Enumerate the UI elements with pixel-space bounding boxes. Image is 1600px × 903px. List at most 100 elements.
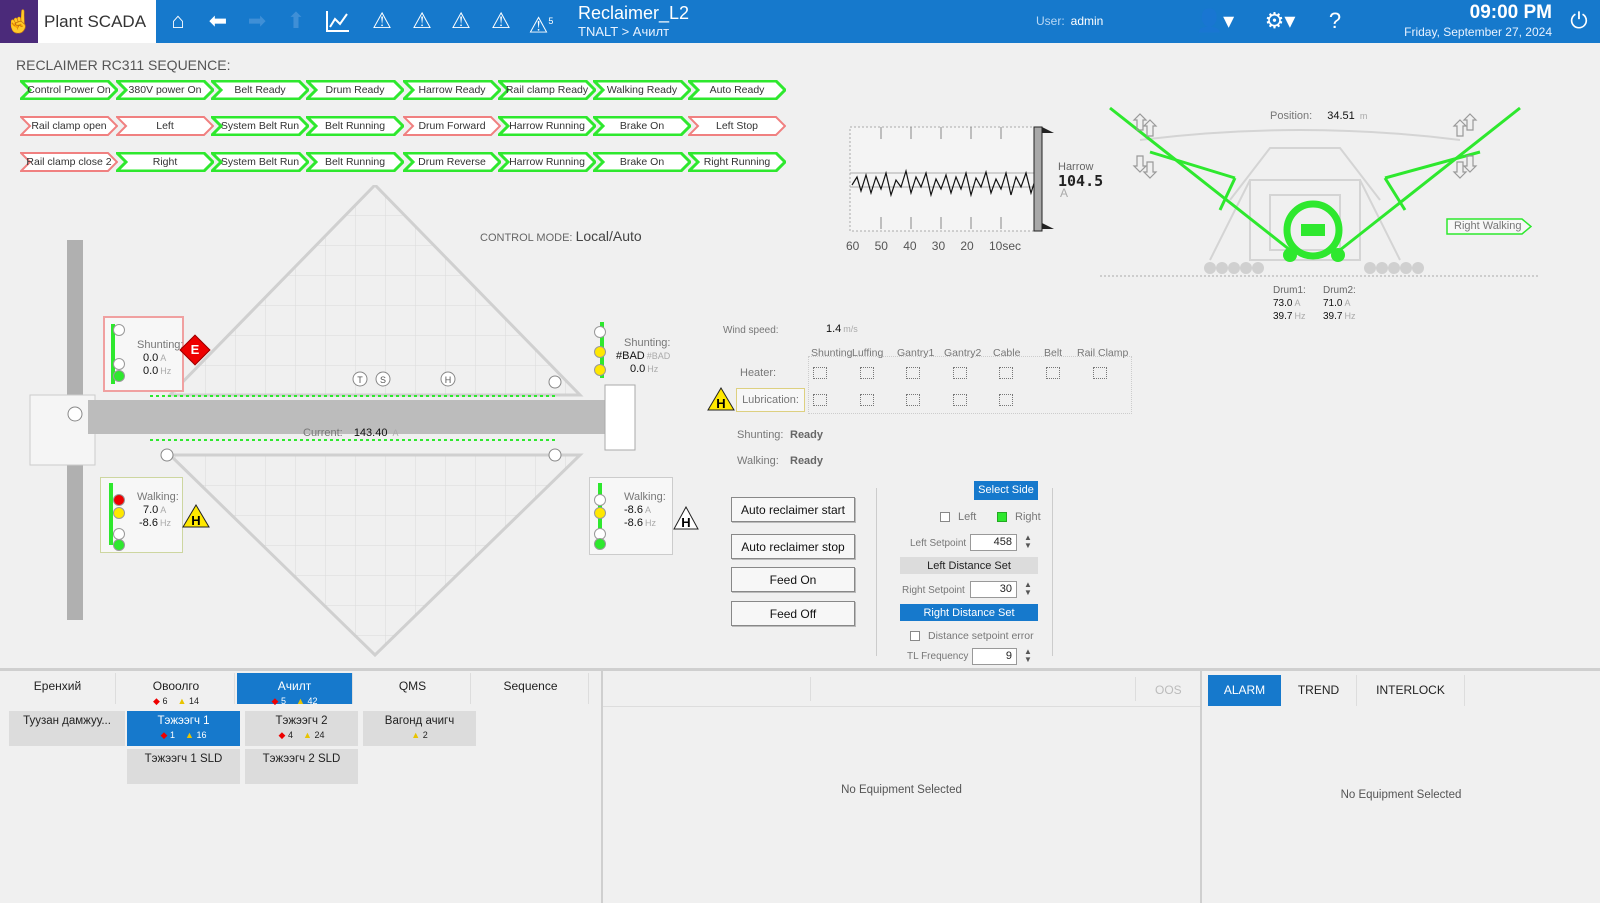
warning-h-left-icon[interactable]: H bbox=[182, 504, 210, 528]
alarm-warning-icon[interactable]: ⚠ bbox=[369, 9, 395, 33]
forward-arrow-icon[interactable]: ➡ bbox=[244, 9, 270, 33]
heater-label: Heater: bbox=[740, 367, 777, 379]
area-tab-3[interactable]: Ачилт ◆ 5 ▲ 42 bbox=[237, 673, 353, 706]
sub-area-tab-2[interactable]: Тэжээгч 1 ◆ 1 ▲ 16 bbox=[127, 711, 240, 746]
sequence-step-label: Brake On bbox=[619, 120, 665, 132]
tick-60: 60 bbox=[846, 239, 860, 253]
equipment-empty-message: No Equipment Selected bbox=[841, 784, 962, 796]
alarm-hardware-icon[interactable]: ⚠ bbox=[488, 9, 514, 33]
area-tab-4[interactable]: QMS bbox=[355, 673, 471, 704]
area-tab-label: Овоолго bbox=[152, 679, 200, 693]
user-label: User: bbox=[1036, 14, 1065, 28]
sequence-step-1-2: 380V power On bbox=[116, 80, 214, 100]
tl-frequency-label: TL Frequency bbox=[907, 651, 969, 662]
area-tab-1[interactable]: Еренхий bbox=[0, 673, 116, 704]
right-setpoint-input[interactable]: 30 bbox=[970, 581, 1017, 598]
shunting-left-label: Shunting: bbox=[137, 339, 184, 351]
distance-error-checkbox[interactable] bbox=[910, 631, 920, 642]
feed-off-button[interactable]: Feed Off bbox=[731, 601, 855, 626]
red-count: 5 bbox=[280, 696, 286, 706]
alarm-count-icon[interactable]: ⚠5 bbox=[528, 9, 554, 37]
power-icon[interactable]: ⏻ bbox=[1566, 9, 1592, 33]
yellow-count: 14 bbox=[188, 696, 199, 706]
bottom-panel: Еренхий Овоолго ◆ 6 ▲ 14 Ачилт ◆ 5 ▲ 42 QMS Sequ… bbox=[0, 668, 1600, 903]
sub-area-tab-3[interactable]: Тэжээгч 2 ◆ 4 ▲ 24 bbox=[245, 711, 358, 746]
up-arrow-icon[interactable]: ⬆ bbox=[283, 9, 309, 33]
yellow-triangle-icon: ▲ bbox=[185, 730, 194, 740]
walking-status-label: Walking: bbox=[737, 455, 779, 467]
unit-a: A bbox=[644, 505, 651, 515]
sequence-step-1-4: Drum Ready bbox=[306, 80, 404, 100]
sequence-step-3-6: Harrow Running bbox=[498, 152, 596, 172]
status-grid-frame bbox=[808, 356, 1132, 414]
alarm-history-icon[interactable]: ⚠ bbox=[409, 9, 435, 33]
heater-gantry1 bbox=[906, 367, 920, 379]
left-distance-set-button[interactable]: Left Distance Set bbox=[900, 557, 1038, 574]
wind-speed-unit: m/s bbox=[843, 324, 858, 334]
side-right-checkbox[interactable] bbox=[997, 512, 1007, 523]
marker-s: S bbox=[380, 375, 386, 385]
auto-reclaimer-stop-button[interactable]: Auto reclaimer stop bbox=[731, 534, 855, 559]
tl-frequency-stepper-icon[interactable]: ▲ ▼ bbox=[1022, 648, 1034, 664]
interlock-tab[interactable]: INTERLOCK bbox=[1357, 675, 1465, 706]
distance-error-option[interactable]: Distance setpoint error bbox=[910, 630, 1034, 642]
oos-tab[interactable]: OOS bbox=[1155, 683, 1182, 697]
area-tab-2[interactable]: Овоолго ◆ 6 ▲ 14 bbox=[118, 673, 235, 706]
base-left bbox=[29, 394, 96, 466]
sub-area-tab-label: Вагонд ачигч bbox=[384, 715, 455, 727]
area-tab-label: Sequence bbox=[503, 679, 558, 693]
sub-area-tab-5[interactable]: Тэжээгч 1 SLD bbox=[127, 749, 240, 784]
equipment-header: OOS bbox=[603, 671, 1200, 707]
shunting-right-panel: Shunting: #BAD #BAD 0.0 Hz bbox=[594, 316, 674, 388]
back-arrow-icon[interactable]: ⬅ bbox=[205, 9, 231, 33]
tl-frequency-input[interactable]: 9 bbox=[972, 648, 1017, 665]
drum2-current: 71.0 bbox=[1323, 298, 1343, 309]
page-title: Reclaimer_L2 bbox=[578, 3, 690, 23]
feed-on-button[interactable]: Feed On bbox=[731, 567, 855, 592]
svg-text:H: H bbox=[681, 515, 690, 530]
right-setpoint-stepper-icon[interactable]: ▲ ▼ bbox=[1022, 581, 1034, 597]
side-right-option[interactable]: Right bbox=[997, 511, 1041, 523]
side-left-option[interactable]: Left bbox=[940, 511, 976, 523]
sequence-step-label: Left Stop bbox=[715, 120, 759, 132]
sub-area-tab-label: Тэжээгч 2 SLD bbox=[262, 753, 341, 765]
trend-tab[interactable]: TREND bbox=[1281, 675, 1357, 706]
side-left-checkbox[interactable] bbox=[940, 512, 950, 523]
red-diamond-icon: ◆ bbox=[271, 696, 279, 706]
sub-area-tab-4[interactable]: Вагонд ачигч ▲ 2 bbox=[363, 711, 476, 746]
lub-shunting bbox=[813, 394, 827, 406]
auto-reclaimer-start-button[interactable]: Auto reclaimer start bbox=[731, 497, 855, 522]
home-icon[interactable]: ⌂ bbox=[165, 9, 191, 33]
settings-gear-icon[interactable]: ⚙▾ bbox=[1260, 9, 1300, 33]
right-distance-set-button[interactable]: Right Distance Set bbox=[900, 604, 1038, 621]
area-tab-5[interactable]: Sequence bbox=[473, 673, 589, 704]
sub-area-tab-6[interactable]: Тэжээгч 2 SLD bbox=[245, 749, 358, 784]
select-side-button[interactable]: Select Side bbox=[974, 481, 1038, 500]
yellow-triangle-icon: ▲ bbox=[303, 730, 312, 740]
yellow-triangle-icon: ▲ bbox=[411, 730, 421, 740]
app-logo[interactable]: ☝ Plant SCADA bbox=[0, 0, 158, 43]
current-label: Current: bbox=[303, 427, 343, 439]
boom-upper-lattice bbox=[166, 185, 584, 397]
shunting-left-current: 0.0 bbox=[143, 352, 159, 364]
alarm-tab[interactable]: ALARM bbox=[1208, 675, 1281, 706]
walking-status-value: Ready bbox=[790, 455, 824, 467]
help-icon[interactable]: ? bbox=[1322, 9, 1348, 33]
trend-chart-icon[interactable] bbox=[325, 9, 351, 38]
unit-hz: Hz bbox=[647, 364, 659, 374]
tick-50: 50 bbox=[874, 239, 888, 253]
tick-10sec: 10sec bbox=[988, 239, 1021, 253]
shunting-left-panel: Shunting: 0.0 A 0.0 Hz bbox=[103, 316, 184, 392]
lubrication-warning-icon[interactable]: H bbox=[707, 387, 735, 411]
warning-h-right-icon[interactable]: H bbox=[673, 506, 699, 530]
alarm-disabled-icon[interactable]: ⚠ bbox=[448, 9, 474, 33]
sequence-step-label: Right Running bbox=[703, 156, 771, 168]
sequence-step-label: Harrow Running bbox=[509, 156, 585, 168]
left-setpoint-input[interactable]: 458 bbox=[970, 534, 1017, 551]
sub-area-tab-1[interactable]: Туузан дамжуу... bbox=[9, 711, 125, 746]
left-setpoint-stepper-icon[interactable]: ▲ ▼ bbox=[1022, 534, 1034, 550]
sub-area-tab-label: Тэжээгч 1 SLD bbox=[144, 753, 223, 765]
red-count: 4 bbox=[287, 730, 293, 740]
position-value: 34.51 bbox=[1327, 110, 1355, 122]
user-menu-icon[interactable]: 👤▾ bbox=[1195, 9, 1235, 33]
